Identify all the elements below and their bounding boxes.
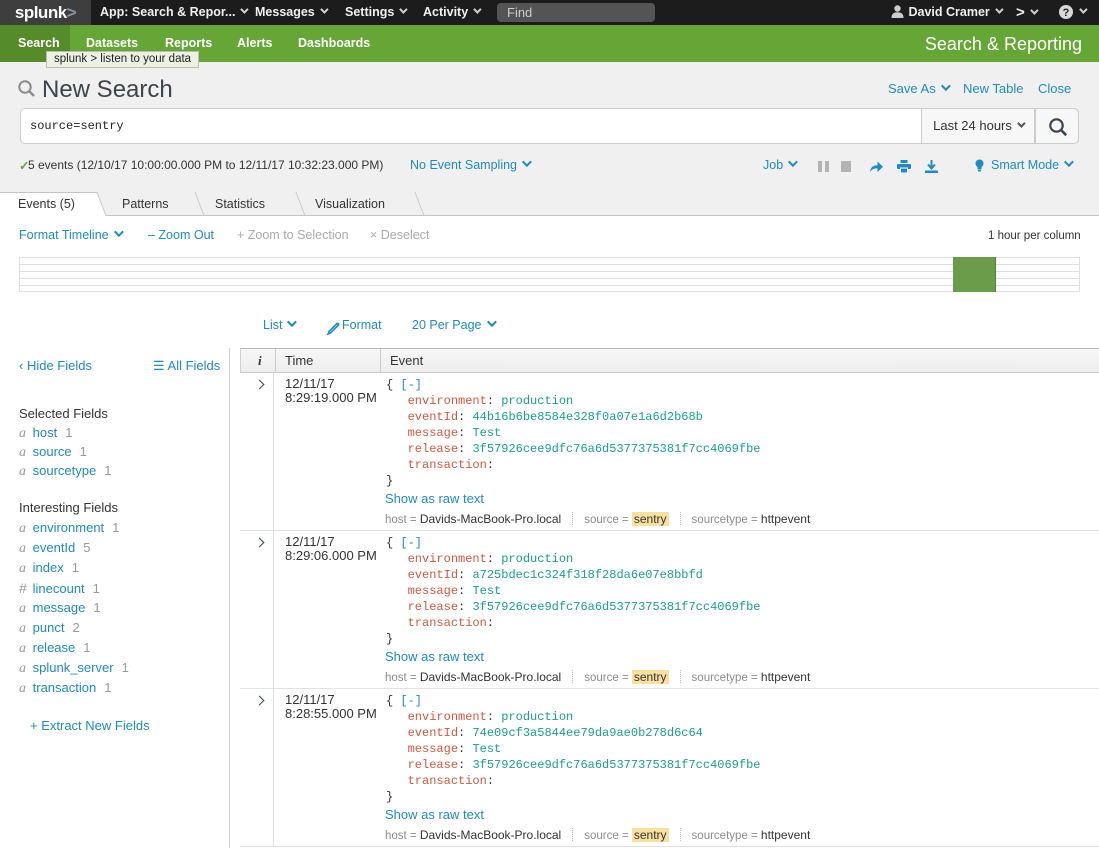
svg-text:?: ?: [1063, 7, 1070, 19]
